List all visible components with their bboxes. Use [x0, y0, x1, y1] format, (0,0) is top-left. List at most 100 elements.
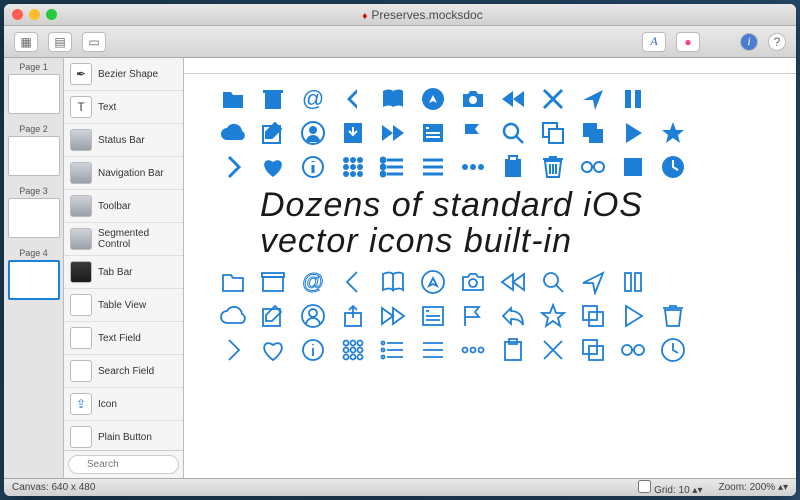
library-item-tableview[interactable]: Table View — [64, 289, 183, 322]
font-inspector-button[interactable]: A — [642, 32, 666, 52]
page-thumb-1[interactable] — [8, 74, 60, 114]
upload-outline-icon — [340, 303, 366, 329]
glasses-outline-icon — [620, 337, 646, 363]
list-featured-icon — [420, 120, 446, 146]
trash-outline2-icon — [660, 303, 686, 329]
library-item-tabbar[interactable]: Tab Bar — [64, 256, 183, 289]
square-icon — [620, 154, 646, 180]
compass-icon — [420, 86, 446, 112]
search-input[interactable] — [68, 455, 179, 474]
library-item-navbar[interactable]: Navigation Bar — [64, 157, 183, 190]
reply-outline-icon — [500, 303, 526, 329]
library-item-bezier[interactable]: ✒Bezier Shape — [64, 58, 183, 91]
library-search — [64, 450, 183, 478]
page-label: Page 4 — [8, 248, 59, 258]
statusbar-icon — [70, 129, 92, 151]
toolbar-canvas-button[interactable]: ▭ — [82, 32, 106, 52]
library-item-text[interactable]: TText — [64, 91, 183, 124]
grid-outline-icon — [340, 337, 366, 363]
library-item-icon[interactable]: ⇪Icon — [64, 388, 183, 421]
play-outline-icon — [620, 303, 646, 329]
clipboard-icon — [500, 154, 526, 180]
icon-row-1: @ — [220, 86, 776, 112]
fastforward-outline-icon — [380, 303, 406, 329]
menu-outline-icon — [420, 337, 446, 363]
segmented-icon — [70, 228, 92, 250]
play-icon — [620, 120, 646, 146]
close-outline-icon — [540, 337, 566, 363]
list-outline-icon — [380, 337, 406, 363]
clock-outline-icon — [660, 337, 686, 363]
chevron-left-outline-icon — [340, 269, 366, 295]
menu-icon — [420, 154, 446, 180]
rewind-outline-icon — [500, 269, 526, 295]
zoom-control[interactable]: Zoom: 200% ▴▾ — [718, 482, 788, 493]
chevron-left-icon — [340, 86, 366, 112]
page-thumb-4[interactable] — [8, 260, 60, 300]
info-button[interactable]: i — [740, 33, 758, 51]
library-item-statusbar[interactable]: Status Bar — [64, 124, 183, 157]
icon-row-5 — [220, 303, 776, 329]
chevron-right-outline-icon — [220, 337, 246, 363]
toolbar-icon — [70, 195, 92, 217]
library-item-plainbutton[interactable]: Plain Button — [64, 421, 183, 450]
download-icon — [340, 120, 366, 146]
zoom-button[interactable] — [46, 9, 57, 20]
search-icon — [500, 120, 526, 146]
windows-icon — [580, 120, 606, 146]
page-thumb-2[interactable] — [8, 136, 60, 176]
library-item-toolbar[interactable]: Toolbar — [64, 190, 183, 223]
list-icon — [380, 154, 406, 180]
library-item-searchfield[interactable]: Search Field — [64, 355, 183, 388]
star-icon — [660, 120, 686, 146]
glasses-icon — [580, 154, 606, 180]
pause-outline-icon — [620, 269, 646, 295]
flag-outline-icon — [460, 303, 486, 329]
clock-icon — [660, 154, 686, 180]
folder-outline-icon — [220, 269, 246, 295]
toolbar: ▦ ▤ ▭ A ● i ? — [4, 26, 796, 58]
textfield-icon — [70, 327, 92, 349]
close-button[interactable] — [12, 9, 23, 20]
flag-icon — [460, 120, 486, 146]
svg-text:@: @ — [302, 86, 324, 111]
compose-outline-icon — [260, 303, 286, 329]
camera-icon — [460, 86, 486, 112]
archive-outline-icon — [260, 269, 286, 295]
compose-icon — [260, 120, 286, 146]
svg-text:@: @ — [302, 269, 324, 294]
titlebar: Preserves.mocksdoc — [4, 4, 796, 26]
horizontal-ruler[interactable] — [184, 58, 796, 74]
canvas-size-label: Canvas: 640 x 480 — [12, 482, 95, 493]
toolbar-add-page-button[interactable]: ▦ — [14, 32, 38, 52]
text-icon: T — [70, 96, 92, 118]
at-outline-icon: @ — [300, 269, 326, 295]
icon-row-4: @ — [220, 269, 776, 295]
minimize-button[interactable] — [29, 9, 40, 20]
star-outline-icon — [540, 303, 566, 329]
toolbar-library-button[interactable]: ▤ — [48, 32, 72, 52]
camera-outline-icon — [460, 269, 486, 295]
library-list: ✒Bezier Shape TText Status Bar Navigatio… — [64, 58, 183, 450]
help-button[interactable]: ? — [768, 33, 786, 51]
folder-icon — [220, 86, 246, 112]
copy-outline-icon — [580, 303, 606, 329]
heart-outline-icon — [260, 337, 286, 363]
searchfield-icon — [70, 360, 92, 382]
grid-checkbox[interactable]: Grid: 10 ▴▾ — [638, 480, 702, 496]
profile-outline-icon — [300, 303, 326, 329]
fastforward-icon — [380, 120, 406, 146]
windows-outline-icon — [580, 337, 606, 363]
library-item-segmented[interactable]: Segmented Control — [64, 223, 183, 256]
more-outline-icon — [460, 337, 486, 363]
canvas[interactable]: @ — [184, 74, 796, 478]
list-featured-outline-icon — [420, 303, 446, 329]
library-item-textfield[interactable]: Text Field — [64, 322, 183, 355]
page-thumb-3[interactable] — [8, 198, 60, 238]
icon-row-6 — [220, 337, 776, 363]
plainbutton-icon — [70, 426, 92, 448]
bezier-icon: ✒ — [70, 63, 92, 85]
color-inspector-button[interactable]: ● — [676, 32, 700, 52]
book-outline-icon — [380, 269, 406, 295]
at-icon: @ — [300, 86, 326, 112]
